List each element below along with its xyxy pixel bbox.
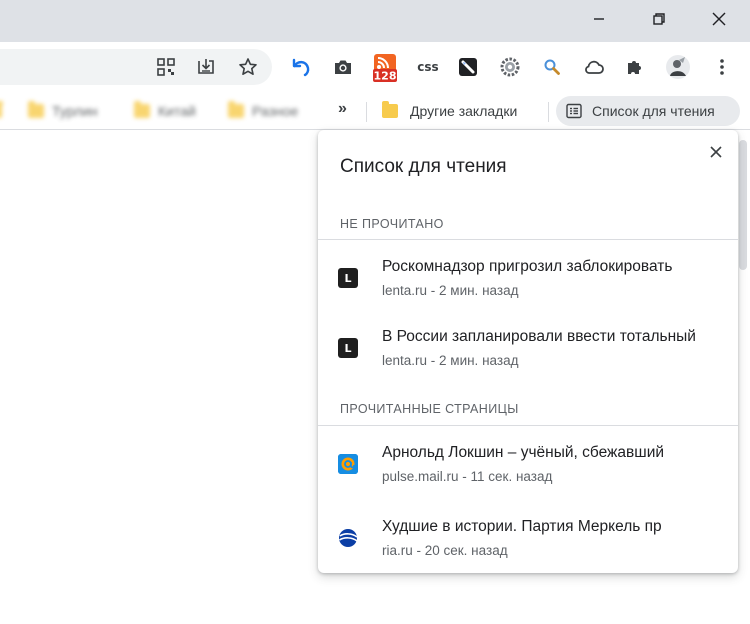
- menu-button[interactable]: [708, 53, 736, 81]
- reading-list-panel: Список для чтения НЕ ПРОЧИТАНО L Роскомн…: [318, 130, 738, 573]
- scrollbar-thumb[interactable]: [739, 140, 747, 270]
- star-icon: [239, 58, 257, 75]
- item-title: В России запланировали ввести тотальный: [382, 328, 696, 345]
- bookmarks-divider: [366, 102, 367, 122]
- item-title: Худшие в истории. Партия Меркель пр: [382, 518, 662, 535]
- panel-close-button[interactable]: [704, 140, 728, 164]
- reading-item[interactable]: Арнольд Локшин – учёный, сбежавший pulse…: [318, 426, 738, 496]
- bookmarks-bar: Турлин Китай Разное » Другие закладки Сп…: [0, 92, 750, 130]
- lenta-favicon-icon: L: [338, 268, 358, 288]
- section-heading-unread: НЕ ПРОЧИТАНО: [340, 217, 444, 231]
- css-icon: css: [417, 60, 439, 74]
- search-extension-button[interactable]: [538, 53, 566, 81]
- pen-icon: [459, 58, 477, 76]
- address-bar[interactable]: [0, 49, 272, 85]
- profile-button[interactable]: [664, 53, 692, 81]
- bookmarks-divider: [548, 102, 549, 122]
- bookmark-folder-3[interactable]: Разное: [228, 100, 298, 122]
- lenta-favicon-icon: L: [338, 338, 358, 358]
- rss-extension-button[interactable]: 128: [370, 51, 400, 85]
- reading-item[interactable]: Худшие в истории. Партия Меркель пр ria.…: [318, 500, 738, 570]
- minimize-button[interactable]: [576, 0, 622, 38]
- puzzle-icon: [628, 61, 641, 74]
- reading-item[interactable]: L В России запланировали ввести тотальны…: [318, 310, 738, 380]
- bookmark-label: Турлин: [52, 103, 98, 119]
- reading-list-button[interactable]: Список для чтения: [556, 96, 740, 126]
- bookmark-star-button[interactable]: [234, 53, 262, 81]
- close-icon: [712, 12, 726, 26]
- item-source: lenta.ru - 2 мин. назад: [382, 283, 519, 298]
- avatar-icon: [666, 55, 690, 79]
- pen-extension-button[interactable]: [454, 53, 482, 81]
- cloud-icon: [585, 60, 604, 74]
- bookmarks-overflow-button[interactable]: »: [338, 100, 347, 118]
- bookmark-folder-2[interactable]: Китай: [134, 100, 196, 122]
- cloud-extension-button[interactable]: [580, 53, 608, 81]
- undo-icon: [292, 58, 310, 77]
- other-bookmarks-button[interactable]: Другие закладки: [382, 100, 517, 122]
- item-source: ria.ru - 20 сек. назад: [382, 543, 508, 558]
- close-window-button[interactable]: [696, 0, 742, 38]
- restore-button[interactable]: [636, 0, 682, 38]
- folder-icon: [134, 101, 150, 118]
- screenshot-extension-button[interactable]: [329, 53, 357, 81]
- gear-icon: [500, 57, 520, 77]
- more-vertical-icon: [720, 59, 724, 75]
- toolbar: 128 css: [0, 42, 750, 92]
- qr-code-icon: [157, 58, 175, 76]
- folder-icon: [0, 101, 3, 118]
- folder-icon: [28, 101, 44, 118]
- bookmark-partial[interactable]: [0, 100, 8, 122]
- extensions-button[interactable]: [621, 53, 649, 81]
- folder-icon: [382, 101, 398, 118]
- item-source: lenta.ru - 2 мин. назад: [382, 353, 519, 368]
- close-icon: [710, 146, 722, 158]
- rss-badge-count: 128: [374, 70, 397, 83]
- bookmark-folder-1[interactable]: Турлин: [28, 100, 98, 122]
- folder-icon: [228, 101, 244, 118]
- reading-list-icon: [566, 103, 582, 119]
- restore-icon: [653, 13, 665, 25]
- reading-list-label: Список для чтения: [592, 103, 715, 119]
- css-extension-button[interactable]: css: [412, 53, 444, 81]
- section-heading-read: ПРОЧИТАННЫЕ СТРАНИЦЫ: [340, 402, 519, 416]
- qr-code-button[interactable]: [152, 53, 180, 81]
- ria-favicon-icon: [338, 528, 358, 548]
- reading-item[interactable]: L Роскомнадзор пригрозил заблокировать l…: [318, 240, 738, 310]
- other-bookmarks-label: Другие закладки: [410, 103, 518, 119]
- bookmark-label: Разное: [252, 103, 299, 119]
- install-icon: [198, 59, 214, 74]
- bookmark-label: Китай: [158, 103, 196, 119]
- camera-icon: [335, 60, 351, 74]
- title-bar: [0, 0, 750, 42]
- minimize-icon: [594, 18, 604, 20]
- search-icon: [544, 59, 560, 75]
- panel-title: Список для чтения: [340, 156, 507, 177]
- item-title: Арнольд Локшин – учёный, сбежавший: [382, 444, 665, 461]
- install-app-button[interactable]: [192, 53, 220, 81]
- rss-icon: 128: [373, 54, 397, 83]
- item-source: pulse.mail.ru - 11 сек. назад: [382, 469, 553, 484]
- undo-extension-button[interactable]: [287, 53, 315, 81]
- mail-favicon-icon: [338, 454, 358, 474]
- item-title: Роскомнадзор пригрозил заблокировать: [382, 258, 673, 275]
- gear-extension-button[interactable]: [496, 53, 524, 81]
